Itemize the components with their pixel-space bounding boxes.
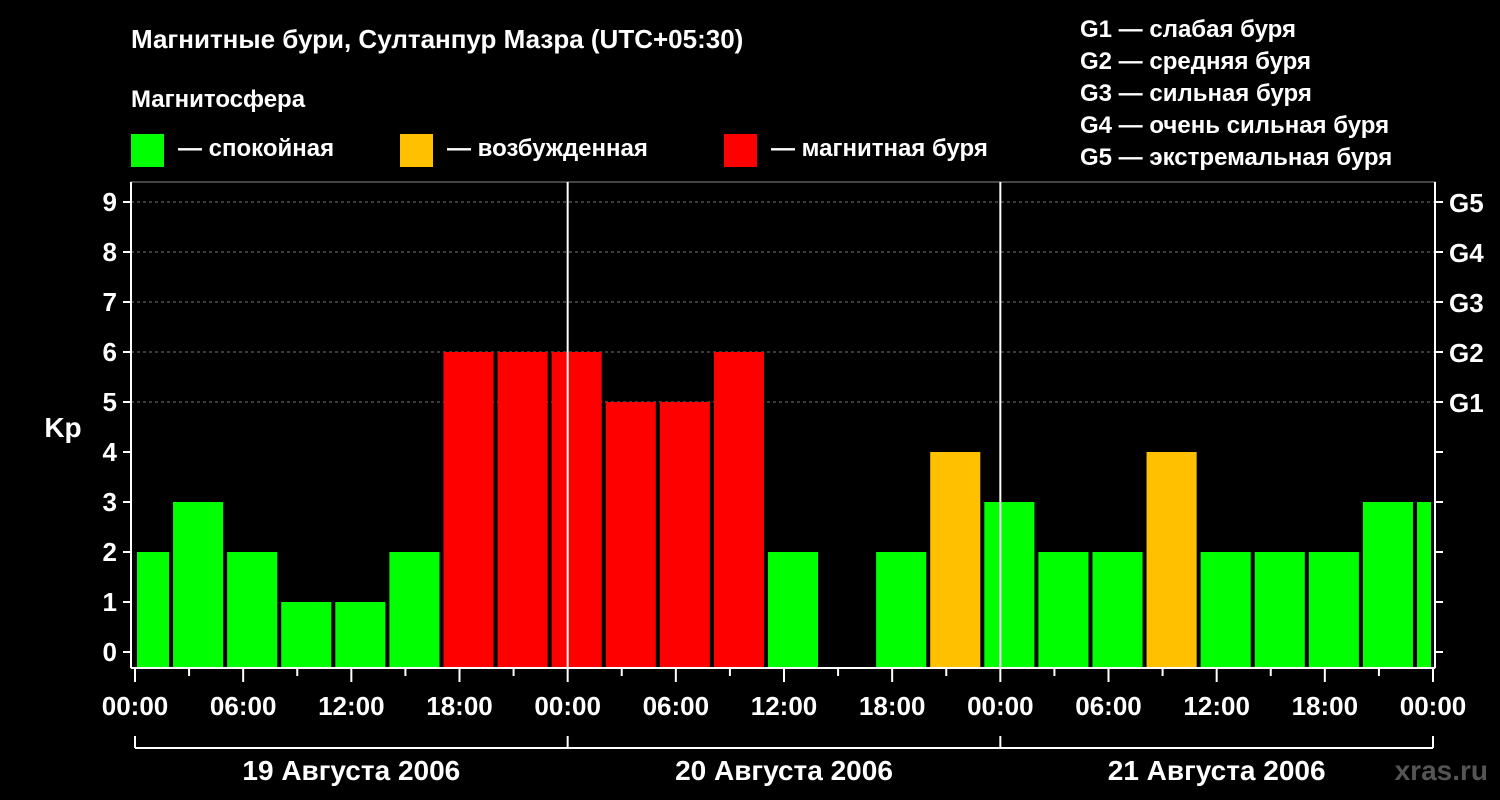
kp-bar-14 — [930, 452, 981, 668]
x-tick-label: 00:00 — [102, 691, 169, 721]
kp-bar-0 — [137, 552, 170, 668]
kp-bar-8 — [551, 352, 602, 668]
y-tick-label: 3 — [103, 487, 117, 517]
y-tick-label: 2 — [103, 537, 117, 567]
kp-bar-18 — [1146, 452, 1197, 668]
kp-bar-6 — [443, 352, 494, 668]
kp-bar-1 — [173, 502, 224, 668]
y-tick-label: 4 — [103, 437, 118, 467]
y-axis-label: Kp — [44, 412, 81, 443]
x-tick-label: 12:00 — [1183, 691, 1250, 721]
kp-bar-10 — [659, 402, 710, 668]
x-tick-label: 00:00 — [967, 691, 1034, 721]
y-tick-label: 9 — [103, 187, 117, 217]
right-axis-label-g5: G5 — [1449, 188, 1484, 218]
right-axis-label-g2: G2 — [1449, 338, 1484, 368]
kp-bar-22 — [1362, 502, 1413, 668]
day-label-2: 21 Августа 2006 — [1108, 755, 1326, 786]
x-tick-label: 00:00 — [534, 691, 601, 721]
watermark: xras.ru — [1394, 755, 1488, 786]
y-tick-label: 6 — [103, 337, 117, 367]
kp-bar-7 — [497, 352, 548, 668]
x-tick-label: 18:00 — [426, 691, 493, 721]
kp-bar-2 — [227, 552, 278, 668]
x-tick-label: 06:00 — [643, 691, 710, 721]
kp-bar-16 — [1038, 552, 1089, 668]
kp-bar-23 — [1416, 502, 1431, 668]
day-label-1: 20 Августа 2006 — [675, 755, 893, 786]
y-tick-label: 5 — [103, 387, 117, 417]
kp-bar-20 — [1254, 552, 1305, 668]
kp-bar-11 — [713, 352, 764, 668]
y-tick-label: 7 — [103, 287, 117, 317]
kp-bar-4 — [335, 602, 386, 668]
x-tick-label: 18:00 — [859, 691, 926, 721]
x-tick-label: 00:00 — [1400, 691, 1467, 721]
kp-bar-5 — [389, 552, 440, 668]
x-tick-label: 06:00 — [210, 691, 277, 721]
right-axis-label-g1: G1 — [1449, 388, 1484, 418]
y-tick-label: 1 — [103, 587, 117, 617]
x-tick-label: 12:00 — [318, 691, 385, 721]
x-tick-label: 18:00 — [1292, 691, 1359, 721]
y-tick-label: 0 — [103, 637, 117, 667]
kp-bar-9 — [605, 402, 656, 668]
kp-bar-3 — [281, 602, 332, 668]
kp-bar-15 — [984, 502, 1035, 668]
x-tick-label: 12:00 — [751, 691, 818, 721]
day-label-0: 19 Августа 2006 — [242, 755, 460, 786]
kp-chart: 0 1 2 3 4 5 6 7 8 9 Kp G1 G2 G3 G4 G5 00:00 06:00 12:00 18:… — [44, 181, 1484, 786]
kp-bar-17 — [1092, 552, 1143, 668]
kp-bar-21 — [1308, 552, 1359, 668]
kp-bar-13 — [876, 552, 927, 668]
kp-bar-12 — [767, 552, 819, 668]
x-tick-label: 06:00 — [1075, 691, 1142, 721]
y-tick-label: 8 — [103, 237, 117, 267]
right-axis-label-g4: G4 — [1449, 238, 1484, 268]
right-axis-label-g3: G3 — [1449, 288, 1484, 318]
kp-bar-19 — [1200, 552, 1251, 668]
